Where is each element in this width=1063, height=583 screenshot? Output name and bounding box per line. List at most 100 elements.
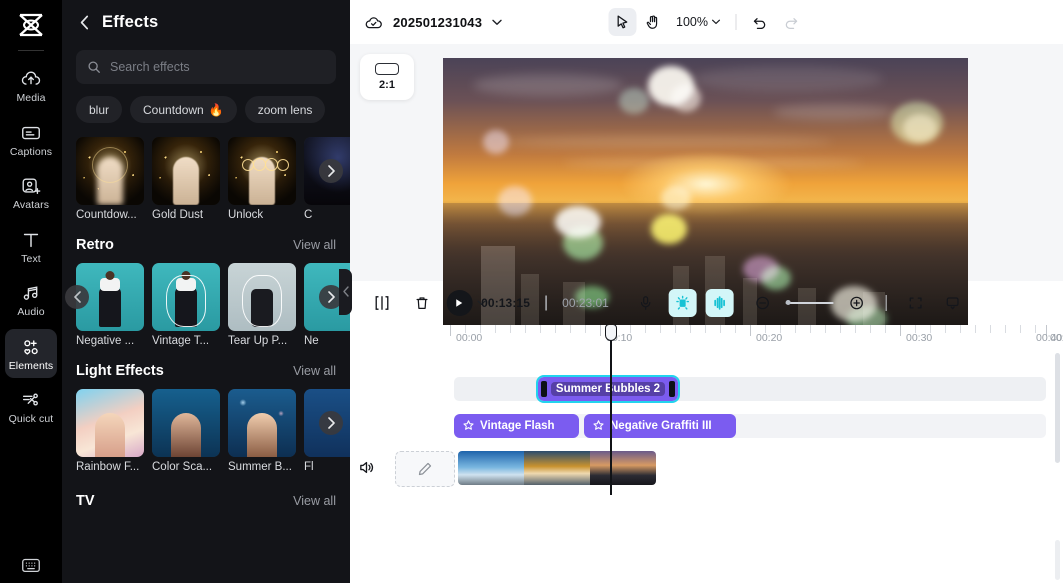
effects-row: Rainbow F... Color Sca... Summer B... Fl: [76, 389, 350, 473]
chevron-down-icon[interactable]: [492, 19, 502, 26]
zoom-level-value: 100%: [676, 15, 708, 29]
effect-card[interactable]: Countdow...: [76, 137, 144, 221]
effect-card[interactable]: Rainbow F...: [76, 389, 144, 473]
panel-collapse-handle[interactable]: [339, 268, 352, 315]
cloud-saved-icon: [364, 13, 383, 32]
preview-stage: 2:1: [350, 44, 1063, 326]
play-button[interactable]: [446, 289, 473, 316]
search-placeholder: Search effects: [110, 60, 190, 74]
mute-track-button[interactable]: [358, 459, 375, 476]
sidebar-item-elements[interactable]: Elements: [5, 328, 57, 378]
search-input[interactable]: Search effects: [76, 50, 336, 84]
tag-chip-row: blur Countdown 🔥 zoom lens: [62, 84, 350, 123]
tag-chip-zoom-lens[interactable]: zoom lens: [244, 96, 326, 123]
effects-row: Negative ... Vintage T... Tear Up P... N…: [76, 263, 350, 347]
playhead[interactable]: [605, 324, 617, 495]
effect-card[interactable]: Gold Dust: [152, 137, 220, 221]
zoom-out-button[interactable]: [749, 289, 777, 317]
effect-label: C: [304, 209, 313, 221]
scroll-right-button[interactable]: [319, 159, 343, 183]
preview-monitor-button[interactable]: [939, 289, 967, 317]
aspect-ratio-label: 2:1: [379, 79, 395, 91]
sidebar-item-audio[interactable]: Audio: [5, 275, 57, 325]
keyboard-shortcut-button[interactable]: [0, 555, 62, 575]
microphone-button[interactable]: [632, 289, 660, 317]
effect-card[interactable]: Vintage T...: [152, 263, 220, 347]
trim-handle-left[interactable]: [541, 380, 547, 397]
page-title: Effects: [102, 12, 159, 31]
effect-card[interactable]: Negative ...: [76, 263, 144, 347]
section-title: Retro: [76, 237, 114, 253]
effect-label: Gold Dust: [152, 209, 204, 221]
timeline[interactable]: 00:00 00:10 00:20 00:30 00:40 00:5 Summe…: [350, 324, 1063, 583]
tag-chip-blur[interactable]: blur: [76, 96, 123, 123]
scroll-right-button[interactable]: [319, 411, 343, 435]
video-track[interactable]: [350, 450, 1063, 487]
view-all-link[interactable]: View all: [293, 238, 336, 252]
video-clip[interactable]: [458, 450, 656, 485]
timeline-clip-summer-bubbles[interactable]: Summer Bubbles 2: [536, 374, 680, 403]
effect-thumbnail: [228, 137, 296, 205]
effect-card[interactable]: Tear Up P...: [228, 263, 296, 347]
view-all-link[interactable]: View all: [293, 494, 336, 508]
split-button[interactable]: [368, 289, 396, 317]
capcut-logo-icon[interactable]: [11, 8, 51, 42]
timeline-scrollbar-thumb[interactable]: [1055, 540, 1060, 580]
audio-waveform-button[interactable]: [705, 288, 734, 317]
sidebar-item-text[interactable]: Text: [5, 222, 57, 272]
auto-captions-button[interactable]: [668, 288, 697, 317]
text-icon: [20, 229, 42, 251]
sidebar-item-label: Media: [16, 92, 46, 104]
sidebar-item-label: Quick cut: [8, 413, 54, 425]
zoom-level-selector[interactable]: 100%: [670, 15, 727, 29]
zoom-in-button[interactable]: [843, 289, 871, 317]
video-thumbnail: [590, 450, 656, 485]
effects-panel: Effects Search effects blur Countdown 🔥 …: [62, 0, 350, 583]
effect-card[interactable]: Color Sca...: [152, 389, 220, 473]
select-tool-button[interactable]: [608, 8, 637, 36]
timeline-clip-vintage-flash[interactable]: Vintage Flash: [454, 413, 579, 438]
view-all-link[interactable]: View all: [293, 364, 336, 378]
ruler-label: 00:00: [456, 331, 483, 344]
timeline-clip-negative-graffiti[interactable]: Negative Graffiti III: [584, 413, 736, 438]
delete-button[interactable]: [408, 289, 436, 317]
sidebar-item-captions[interactable]: Captions: [5, 115, 57, 165]
fit-to-screen-button[interactable]: [902, 289, 930, 317]
tag-label: zoom lens: [257, 102, 313, 117]
sparkle-icon: [462, 419, 475, 432]
pencil-icon: [417, 461, 433, 477]
redo-button[interactable]: [777, 8, 805, 36]
effect-card[interactable]: Summer B...: [228, 389, 296, 473]
timeline-ruler[interactable]: 00:00 00:10 00:20 00:30 00:40 00:5: [350, 324, 1063, 347]
add-clip-placeholder[interactable]: [395, 450, 455, 487]
sidebar-item-avatars[interactable]: Avatars: [5, 168, 57, 218]
effect-track-1[interactable]: Summer Bubbles 2: [350, 374, 1063, 403]
effect-label: Vintage T...: [152, 335, 210, 347]
timeline-vertical-scrollbar[interactable]: [1055, 352, 1060, 463]
effect-card[interactable]: Unlock: [228, 137, 296, 221]
project-selector[interactable]: 202501231043: [364, 13, 502, 32]
cloud-upload-icon: [20, 68, 42, 90]
sidebar-item-media[interactable]: Media: [5, 61, 57, 111]
quick-cut-icon: [20, 389, 42, 411]
chevron-down-icon: [712, 19, 721, 25]
hand-tool-button[interactable]: [639, 8, 667, 36]
top-toolbar: 202501231043 100%: [350, 0, 1063, 44]
aspect-ratio-button[interactable]: 2:1: [360, 54, 414, 100]
clip-label: Negative Graffiti III: [610, 419, 712, 432]
scroll-left-button[interactable]: [65, 285, 89, 309]
tag-chip-countdown[interactable]: Countdown 🔥: [130, 96, 237, 123]
playhead-handle[interactable]: [605, 324, 617, 341]
tag-label: blur: [89, 102, 110, 117]
toolbar-divider: [735, 14, 737, 30]
timeline-zoom-slider[interactable]: [785, 300, 834, 305]
timeline-toolbar: 00:13:15 | 00:23:01: [350, 281, 1063, 325]
effect-track-2[interactable]: Vintage Flash Negative Graffiti III: [350, 413, 1063, 438]
sidebar-item-quick-cut[interactable]: Quick cut: [5, 382, 57, 432]
trim-handle-right[interactable]: [669, 380, 675, 397]
undo-button[interactable]: [746, 8, 774, 36]
effect-label: Rainbow F...: [76, 461, 140, 473]
chevron-left-icon[interactable]: [76, 12, 92, 32]
clip-label: Vintage Flash: [480, 419, 555, 432]
total-time: 00:23:01: [562, 295, 609, 310]
